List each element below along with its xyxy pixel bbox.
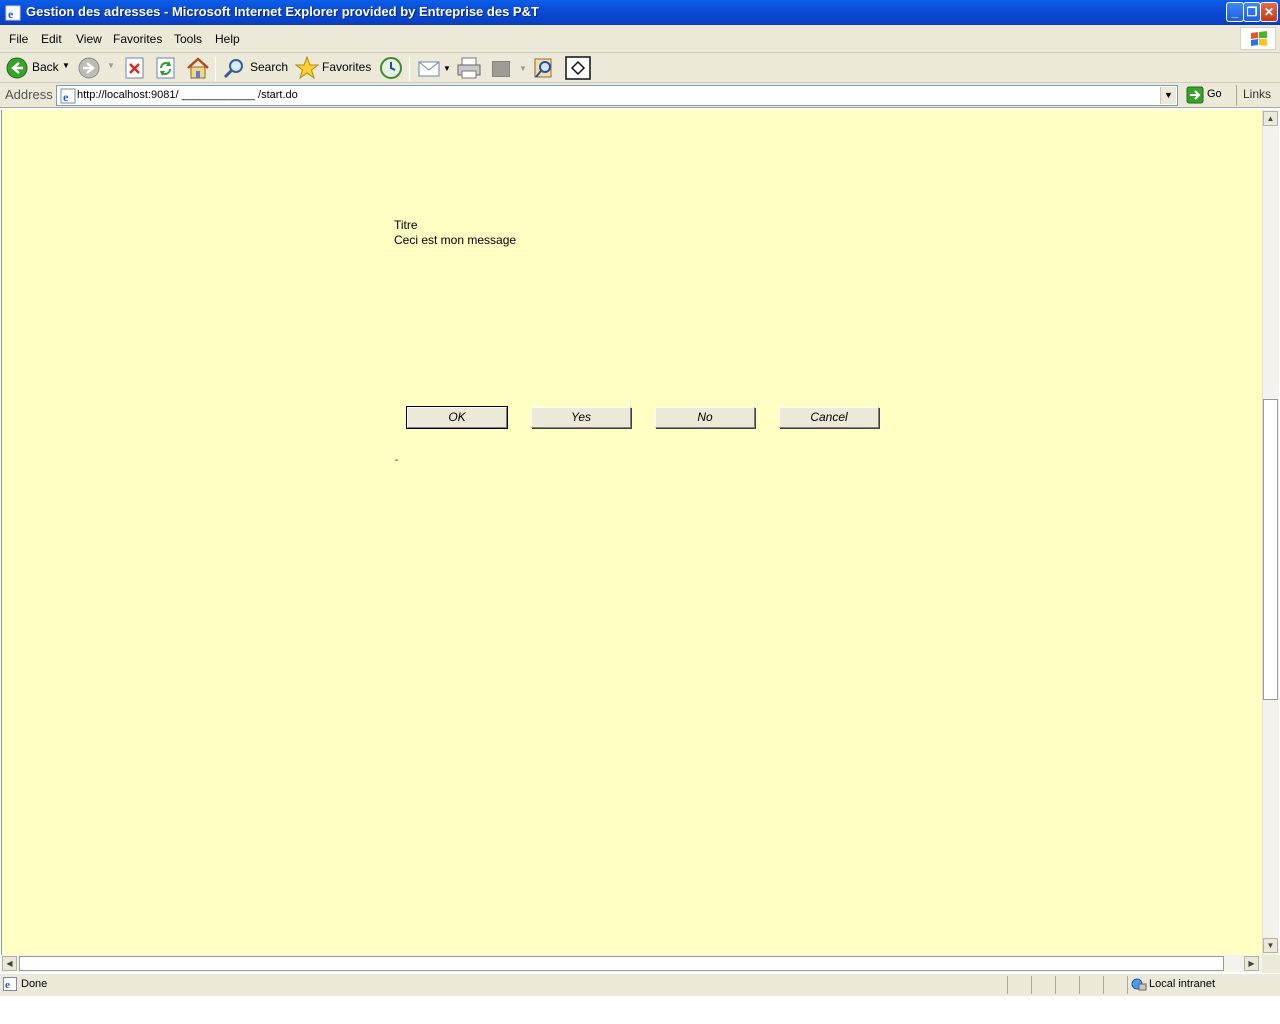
back-label: Back xyxy=(32,60,59,74)
address-bar: Address e http://localhost:9081/ _______… xyxy=(0,83,1280,108)
restore-button[interactable]: ❐ xyxy=(1243,2,1261,22)
forward-button[interactable]: ▼ xyxy=(76,55,116,81)
scroll-down-arrow-icon[interactable]: ▼ xyxy=(1263,938,1278,953)
vertical-scrollbar[interactable]: ▲ ▼ xyxy=(1262,110,1279,955)
toolbar-separator xyxy=(409,57,410,81)
desktop-area xyxy=(0,996,1280,1024)
menu-file[interactable]: File xyxy=(3,31,34,47)
status-cell xyxy=(1007,976,1031,994)
favorites-button[interactable]: Favorites xyxy=(293,55,371,81)
address-url: http://localhost:9081/ ____________ /sta… xyxy=(77,89,298,101)
ok-button[interactable]: OK xyxy=(406,406,508,429)
zone-text: Local intranet xyxy=(1149,978,1216,990)
status-text: Done xyxy=(21,978,48,990)
back-icon xyxy=(6,57,28,79)
dialog-title: Titre xyxy=(394,218,418,232)
menu-view[interactable]: View xyxy=(70,31,108,47)
horizontal-scroll-thumb[interactable] xyxy=(19,956,1224,971)
go-button[interactable]: Go xyxy=(1207,88,1222,100)
svg-text:e: e xyxy=(63,90,69,104)
print-icon[interactable] xyxy=(456,56,482,80)
scroll-right-arrow-icon[interactable]: ▶ xyxy=(1244,956,1259,971)
search-button[interactable]: Search xyxy=(221,55,289,81)
scroll-left-arrow-icon[interactable]: ◀ xyxy=(2,956,17,971)
status-cell xyxy=(1103,976,1127,994)
stop-icon[interactable] xyxy=(124,57,146,79)
footer-text: - xyxy=(395,455,399,466)
window-title: Gestion des adresses - Microsoft Interne… xyxy=(26,4,539,19)
toolbar-separator xyxy=(215,57,216,81)
menu-favorites[interactable]: Favorites xyxy=(107,31,168,47)
refresh-icon[interactable] xyxy=(155,57,177,79)
page-status-icon: e xyxy=(3,977,17,991)
close-button[interactable]: ✕ xyxy=(1260,2,1278,22)
horizontal-scrollbar[interactable]: ◀ ▶ xyxy=(1,955,1262,972)
forward-icon xyxy=(78,57,100,79)
address-input[interactable]: e http://localhost:9081/ ____________ /s… xyxy=(56,85,1178,106)
menu-edit[interactable]: Edit xyxy=(35,31,68,47)
vertical-scroll-thumb[interactable] xyxy=(1263,399,1278,700)
history-icon[interactable] xyxy=(379,56,403,80)
svg-text:e: e xyxy=(8,7,14,21)
favorites-label: Favorites xyxy=(322,60,372,74)
mail-dropdown-icon[interactable]: ▼ xyxy=(443,64,451,73)
search-icon xyxy=(223,59,243,79)
go-arrow-icon[interactable] xyxy=(1186,86,1204,104)
research-icon[interactable] xyxy=(532,56,556,80)
zone-cell: Local intranet xyxy=(1127,976,1280,994)
address-separator xyxy=(1236,85,1237,106)
forward-dropdown-icon[interactable]: ▼ xyxy=(107,61,115,70)
dialog-message: Ceci est mon message xyxy=(394,233,517,247)
favorites-icon xyxy=(295,56,319,80)
page-content: Titre Ceci est mon message OK Yes No Can… xyxy=(1,110,1262,955)
mail-icon[interactable] xyxy=(417,57,443,79)
back-button[interactable]: Back ▼ xyxy=(4,55,70,81)
local-intranet-icon xyxy=(1131,978,1147,991)
edit-dropdown-icon[interactable]: ▼ xyxy=(519,64,527,73)
svg-text:e: e xyxy=(5,979,10,991)
address-dropdown-icon[interactable]: ▼ xyxy=(1160,87,1176,104)
no-button[interactable]: No xyxy=(655,407,755,428)
home-icon[interactable] xyxy=(186,56,210,80)
messenger-icon[interactable] xyxy=(565,56,591,80)
edit-icon[interactable] xyxy=(492,61,510,77)
status-cell xyxy=(1031,976,1055,994)
back-dropdown-icon[interactable]: ▼ xyxy=(62,61,70,70)
scrollbar-corner xyxy=(1262,955,1280,973)
links-button[interactable]: Links xyxy=(1243,87,1271,101)
cancel-button[interactable]: Cancel xyxy=(779,407,879,428)
menu-help[interactable]: Help xyxy=(209,31,246,47)
address-label: Address xyxy=(5,87,53,102)
menu-bar: File Edit View Favorites Tools Help xyxy=(0,25,1280,53)
menu-tools[interactable]: Tools xyxy=(168,31,208,47)
toolbar: Back ▼ ▼ Search Favorites ▼ ▼ xyxy=(0,53,1280,83)
windows-logo-icon xyxy=(1240,27,1276,50)
page-icon: e xyxy=(60,88,76,104)
search-label: Search xyxy=(250,60,289,74)
minimize-button[interactable]: _ xyxy=(1226,2,1244,22)
status-cell xyxy=(1055,976,1079,994)
ie-window-icon: e xyxy=(5,5,21,21)
yes-button[interactable]: Yes xyxy=(531,407,631,428)
title-bar: e Gestion des adresses - Microsoft Inter… xyxy=(0,0,1280,25)
status-cell xyxy=(1079,976,1103,994)
status-bar: e Done Local intranet xyxy=(0,973,1280,996)
scroll-up-arrow-icon[interactable]: ▲ xyxy=(1263,111,1278,126)
